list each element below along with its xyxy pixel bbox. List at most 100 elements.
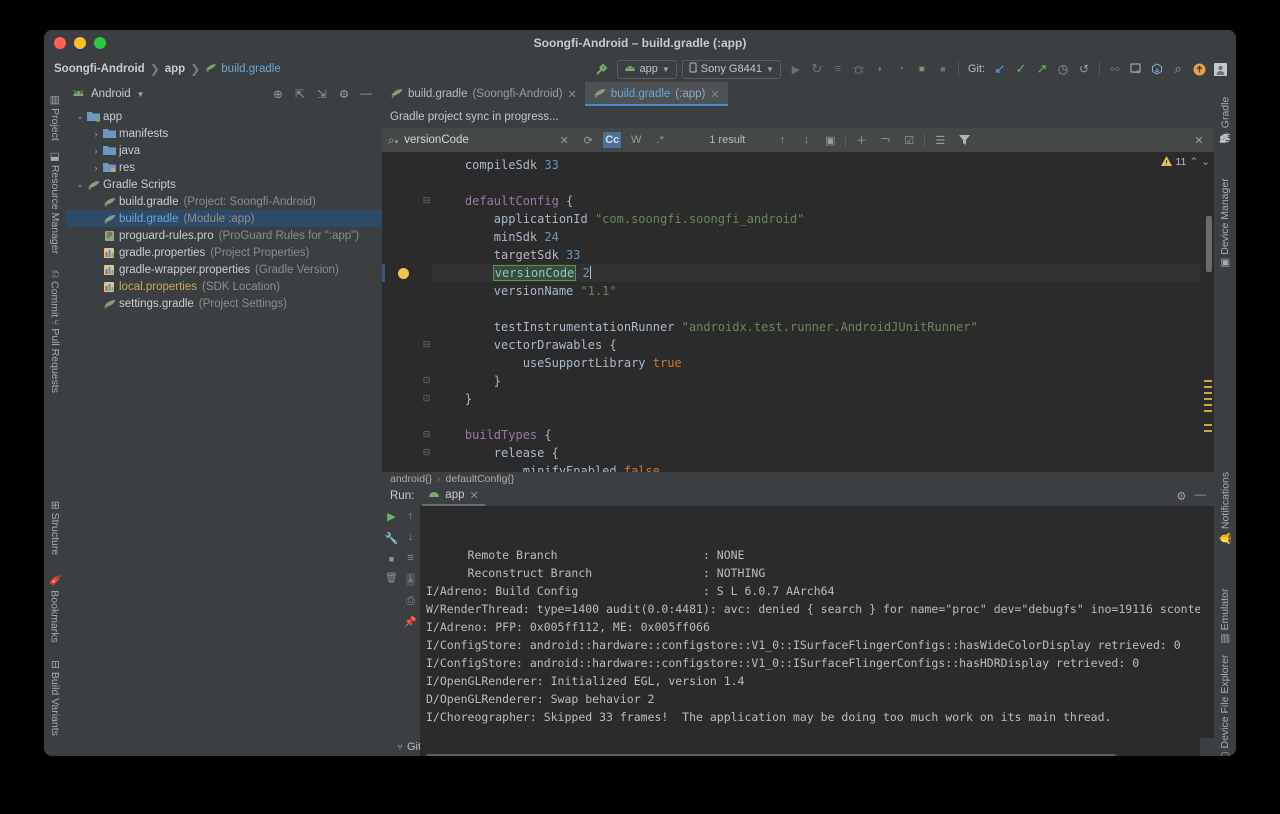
chevron-down-icon[interactable]: ⌄ xyxy=(1201,156,1210,168)
hide-icon[interactable]: — xyxy=(356,84,376,104)
console-output[interactable]: Remote Branch : NONE Reconstruct Branch … xyxy=(420,506,1200,756)
warning-marker[interactable] xyxy=(1204,386,1212,388)
breadcrumb-module[interactable]: app xyxy=(165,63,185,75)
code-line[interactable]: defaultConfig { xyxy=(432,192,1200,210)
sidebar-item-gradle[interactable]: 🐘 Gradle xyxy=(1219,97,1232,145)
profile-button[interactable]: ◔ xyxy=(891,59,911,79)
close-icon[interactable]: ✕ xyxy=(710,88,719,101)
close-window-button[interactable] xyxy=(54,37,66,49)
stop-button[interactable]: ■ xyxy=(933,59,953,79)
close-icon[interactable]: ✕ xyxy=(469,489,478,502)
project-view-selector[interactable]: Android xyxy=(91,88,131,100)
notifications-icon[interactable] xyxy=(1189,59,1209,79)
find-next-button[interactable]: ↓ xyxy=(797,132,815,148)
rollback-button[interactable]: ↺ xyxy=(1074,59,1094,79)
breadcrumb-android[interactable]: android{} xyxy=(390,473,432,485)
breadcrumb-default-config[interactable]: defaultConfig{} xyxy=(446,473,515,485)
code-line[interactable]: } xyxy=(432,372,1200,390)
wrench-icon[interactable]: 🔧 xyxy=(385,532,399,545)
project-tree[interactable]: ⌄ app › manifests › java › res ⌄ Gradle Scripts bu… xyxy=(66,106,382,756)
warning-marker[interactable] xyxy=(1204,380,1212,382)
close-icon[interactable]: ✕ xyxy=(568,88,577,101)
words-toggle[interactable]: W xyxy=(627,132,645,148)
match-case-toggle[interactable]: Cc xyxy=(603,132,622,148)
scroll-down-icon[interactable]: ↓ xyxy=(408,531,414,543)
device-selector[interactable]: Sony G8441 ▼ xyxy=(681,59,781,79)
debug-button[interactable] xyxy=(849,59,869,79)
minimize-window-button[interactable] xyxy=(74,37,86,49)
chevron-up-icon[interactable]: ⌃ xyxy=(1189,156,1198,168)
editor-scrollbar-markers[interactable]: 11 ⌃ ⌄ xyxy=(1161,152,1214,472)
code-fold-toggle[interactable]: ⊟ xyxy=(422,430,431,439)
sidebar-item-build-variants[interactable]: ⊟ Build Variants xyxy=(49,660,61,736)
sidebar-item-device-manager[interactable]: ▣ Device Manager xyxy=(1219,178,1231,267)
scroll-to-end-icon[interactable]: ⤓ xyxy=(406,573,415,586)
attach-debugger-button[interactable]: ◗ xyxy=(870,59,890,79)
code-line[interactable]: minifyEnabled false xyxy=(432,462,1200,472)
select-opened-file-icon[interactable]: ⊕ xyxy=(268,84,288,104)
device-manager-icon[interactable] xyxy=(1126,59,1146,79)
pin-icon[interactable]: 📌 xyxy=(404,617,416,628)
select-occurrence-button[interactable]: ☑ xyxy=(900,132,918,148)
code-line[interactable]: compileSdk 33 xyxy=(432,156,1200,174)
tree-expand-arrow[interactable]: › xyxy=(90,163,102,173)
settings-icon[interactable]: ⚙ xyxy=(1176,489,1186,503)
sidebar-item-structure[interactable]: ⊞ Structure xyxy=(49,501,61,555)
history-button[interactable]: ◷ xyxy=(1053,59,1073,79)
sidebar-item-resource-manager[interactable]: ◨ Resource Manager xyxy=(49,152,61,254)
tree-item-build-gradle[interactable]: build.gradle (Module :app) xyxy=(66,210,382,227)
code-line[interactable]: useSupportLibrary true xyxy=(432,354,1200,372)
inspection-summary[interactable]: 11 ⌃ ⌄ xyxy=(1161,152,1214,172)
sidebar-item-project[interactable]: ▤ Project xyxy=(49,95,61,141)
warning-marker[interactable] xyxy=(1204,410,1212,412)
warning-marker[interactable] xyxy=(1204,392,1212,394)
sidebar-item-bookmarks[interactable]: 🔖 Bookmarks xyxy=(49,574,62,643)
code-line[interactable]: vectorDrawables { xyxy=(432,336,1200,354)
stop-icon[interactable]: ■ xyxy=(389,554,394,564)
trash-icon[interactable]: 🗑 xyxy=(385,573,398,584)
settings-icon[interactable]: ⚙ xyxy=(334,84,354,104)
code-line[interactable]: applicationId "com.soongfi.soongfi_andro… xyxy=(432,210,1200,228)
search-everywhere-icon[interactable]: ⌕ xyxy=(1168,59,1188,79)
warning-marker[interactable] xyxy=(1204,430,1212,432)
soft-wrap-icon[interactable]: ≡ xyxy=(407,552,413,564)
editor-gutter[interactable] xyxy=(382,152,420,472)
tree-item-gradle-wrapper-properties[interactable]: gradle-wrapper.properties (Gradle Version… xyxy=(66,261,382,278)
regex-toggle[interactable]: .* xyxy=(651,132,669,148)
console-horizontal-scrollbar[interactable] xyxy=(426,754,1116,756)
filter-lines-button[interactable]: ☰ xyxy=(931,132,949,148)
tree-expand-arrow[interactable]: ⌄ xyxy=(74,179,86,190)
maximize-window-button[interactable] xyxy=(94,37,106,49)
run-coverage-button[interactable]: ✷ xyxy=(912,59,932,79)
find-previous-button[interactable]: ↑ xyxy=(773,132,791,148)
clear-search-icon[interactable]: ✕ xyxy=(555,132,573,148)
editor-tab-project[interactable]: build.gradle (Soongfi-Android) ✕ xyxy=(382,82,585,106)
sdk-manager-icon[interactable] xyxy=(1147,59,1167,79)
search-icon[interactable]: ⌕▾ xyxy=(388,133,398,148)
account-icon[interactable] xyxy=(1210,59,1230,79)
tree-item-gradle-scripts[interactable]: ⌄ Gradle Scripts xyxy=(66,176,382,193)
tree-item-local-properties[interactable]: local.properties (SDK Location) xyxy=(66,278,382,295)
print-icon[interactable]: ⎙ xyxy=(406,595,415,608)
tree-item-java[interactable]: › java xyxy=(66,142,382,159)
rerun-button[interactable]: ↻ xyxy=(807,59,827,79)
run-tab-app[interactable]: app ✕ xyxy=(422,486,485,506)
push-button[interactable]: ↗ xyxy=(1032,59,1052,79)
chevron-down-icon[interactable]: ▼ xyxy=(137,90,145,99)
code-line[interactable] xyxy=(432,408,1200,426)
code-fold-toggle[interactable]: ⊟ xyxy=(422,448,431,457)
filter-button[interactable] xyxy=(955,132,973,148)
code-line[interactable]: minSdk 24 xyxy=(432,228,1200,246)
sidebar-item-device-file-explorer[interactable]: ▢ Device File Explorer xyxy=(1219,655,1231,756)
make-project-icon[interactable] xyxy=(592,59,612,79)
code-line[interactable]: versionName "1.1" xyxy=(432,282,1200,300)
rerun-icon[interactable]: ▶ xyxy=(387,510,395,523)
code-content[interactable]: compileSdk 33 defaultConfig { applicatio… xyxy=(432,152,1200,472)
run-button[interactable]: ▶ xyxy=(786,59,806,79)
code-line[interactable]: targetSdk 33 xyxy=(432,246,1200,264)
code-line[interactable] xyxy=(432,300,1200,318)
tree-item-app[interactable]: ⌄ app xyxy=(66,108,382,125)
code-line[interactable]: testInstrumentationRunner "androidx.test… xyxy=(432,318,1200,336)
sidebar-item-emulator[interactable]: ▤ Emulator xyxy=(1219,589,1231,644)
update-project-button[interactable]: ↙ xyxy=(990,59,1010,79)
